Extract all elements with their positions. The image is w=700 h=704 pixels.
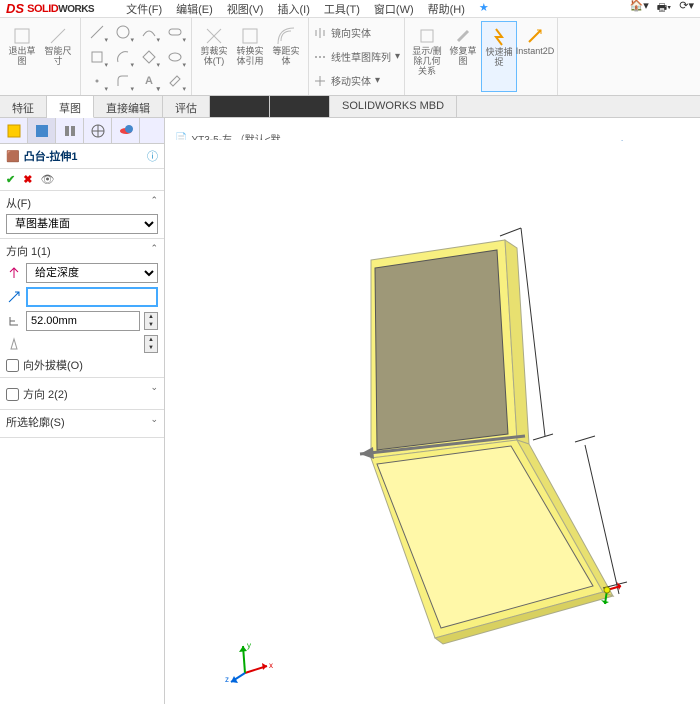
- tab-addin[interactable]: [270, 96, 330, 117]
- dir2-checkbox[interactable]: 方向 2(2): [6, 386, 68, 402]
- depth-input[interactable]: [26, 311, 140, 331]
- ribbon: 退出草图 智能尺寸 A 剪裁实体(T) 转换实体引用 等距实体 镜向实体 线: [0, 18, 700, 96]
- from-select[interactable]: 草图基准面: [6, 214, 158, 234]
- property-manager-tab[interactable]: [28, 118, 56, 143]
- menu-insert[interactable]: 插入(I): [271, 0, 315, 19]
- command-tabs: 特征 草图 直接编辑 评估 SOLIDWORKS MBD: [0, 96, 700, 118]
- refresh-icon[interactable]: ⟳▾: [679, 0, 694, 18]
- point-tool[interactable]: [85, 70, 109, 92]
- direction-vector-icon[interactable]: [6, 289, 22, 305]
- view-orientation-icon[interactable]: [612, 140, 632, 142]
- tab-feature[interactable]: 特征: [0, 96, 47, 117]
- move-button[interactable]: 移动实体▾: [313, 73, 400, 88]
- repair-button[interactable]: 修复草图: [445, 21, 481, 92]
- offset-button[interactable]: 等距实体: [268, 21, 304, 92]
- collapse-dir1-icon[interactable]: ⌃: [150, 243, 158, 259]
- direction-field[interactable]: [26, 287, 158, 307]
- config-tab[interactable]: [56, 118, 84, 143]
- spline-tool[interactable]: [137, 21, 161, 43]
- linear-pattern-button[interactable]: 线性草图阵列▾: [313, 49, 400, 64]
- menu-view[interactable]: 视图(V): [221, 0, 270, 19]
- model-preview: [165, 140, 700, 700]
- polygon-tool[interactable]: [137, 46, 161, 68]
- end-condition-select[interactable]: 给定深度: [26, 263, 158, 283]
- slot-tool[interactable]: [163, 21, 187, 43]
- svg-text:x: x: [269, 661, 273, 670]
- draft-outward-checkbox[interactable]: 向外拔模(O): [6, 357, 158, 373]
- display-tab[interactable]: [112, 118, 140, 143]
- instant2d-button[interactable]: Instant2D: [517, 21, 553, 92]
- 3d-viewport[interactable]: x y z: [165, 140, 700, 704]
- from-label: 从(F): [6, 195, 31, 211]
- preview-toggle[interactable]: 👁: [40, 173, 54, 186]
- feature-title: 凸台-拉伸1: [24, 148, 78, 164]
- arc-tool[interactable]: [111, 46, 135, 68]
- mirror-button[interactable]: 镜向实体: [313, 25, 400, 40]
- feature-tree-tab[interactable]: [0, 118, 28, 143]
- line-tool[interactable]: [85, 21, 109, 43]
- main-menu: 文件(F) 编辑(E) 视图(V) 插入(I) 工具(T) 窗口(W) 帮助(H…: [120, 0, 495, 19]
- menu-file[interactable]: 文件(F): [120, 0, 168, 19]
- menu-star-icon[interactable]: ★: [473, 0, 495, 19]
- svg-text:z: z: [225, 675, 229, 684]
- trim-button[interactable]: 剪裁实体(T): [196, 21, 232, 92]
- circle-tool[interactable]: [111, 21, 135, 43]
- draft-icon[interactable]: [6, 336, 22, 352]
- text-tool[interactable]: A: [137, 70, 161, 92]
- ellipse-tool[interactable]: [163, 46, 187, 68]
- menu-window[interactable]: 窗口(W): [368, 0, 420, 19]
- plane-tool[interactable]: [163, 70, 187, 92]
- svg-text:y: y: [247, 641, 251, 650]
- relations-button[interactable]: 显示/删除几何关系: [409, 21, 445, 92]
- app-logo: DS SOLIDWORKS: [0, 1, 100, 16]
- reverse-direction-icon[interactable]: [6, 265, 22, 281]
- depth-icon: [6, 313, 22, 329]
- fillet-tool[interactable]: [111, 70, 135, 92]
- property-manager-panel: 🟫 凸台-拉伸1 ⓘ ✔ ✖ 👁 从(F) ⌃ 草图基准面 方向 1(1) ⌃ 给定深…: [0, 118, 165, 704]
- ds-logo-icon: DS: [6, 1, 24, 16]
- depth-spinner[interactable]: ▲▼: [144, 312, 158, 330]
- home-icon[interactable]: 🏠▾: [630, 0, 649, 18]
- help-icon[interactable]: ⓘ: [147, 148, 158, 164]
- zoom-fit-icon[interactable]: [642, 140, 662, 142]
- draft-spinner[interactable]: ▲▼: [144, 335, 158, 353]
- tab-direct-edit[interactable]: 直接编辑: [94, 96, 163, 117]
- menu-help[interactable]: 帮助(H): [422, 0, 471, 19]
- menu-tools[interactable]: 工具(T): [318, 0, 366, 19]
- dir1-label: 方向 1(1): [6, 243, 51, 259]
- thin-label: 所选轮廓(S): [6, 414, 65, 430]
- cancel-button[interactable]: ✖: [23, 173, 32, 186]
- rect-tool[interactable]: [85, 46, 109, 68]
- menu-edit[interactable]: 编辑(E): [170, 0, 219, 19]
- ok-button[interactable]: ✔: [6, 173, 15, 186]
- exit-sketch-button[interactable]: 退出草图: [4, 21, 40, 71]
- smart-dimension-button[interactable]: 智能尺寸: [40, 21, 76, 71]
- zoom-area-icon[interactable]: [672, 140, 692, 142]
- collapse-thin-icon[interactable]: ⌄: [150, 414, 158, 430]
- tab-dimxpert[interactable]: [210, 96, 270, 117]
- print-icon[interactable]: 🖶▾: [657, 0, 671, 18]
- extrude-icon: 🟫: [6, 150, 20, 163]
- dimxpert-tab[interactable]: [84, 118, 112, 143]
- view-triad-icon[interactable]: x y z: [225, 638, 275, 688]
- convert-button[interactable]: 转换实体引用: [232, 21, 268, 92]
- quick-snap-button[interactable]: 快速捕捉: [481, 21, 517, 92]
- tab-evaluate[interactable]: 评估: [163, 96, 210, 117]
- collapse-dir2-icon[interactable]: ⌄: [150, 382, 158, 402]
- collapse-from-icon[interactable]: ⌃: [150, 195, 158, 211]
- tab-sketch[interactable]: 草图: [47, 96, 94, 118]
- tab-mbd[interactable]: SOLIDWORKS MBD: [330, 96, 457, 117]
